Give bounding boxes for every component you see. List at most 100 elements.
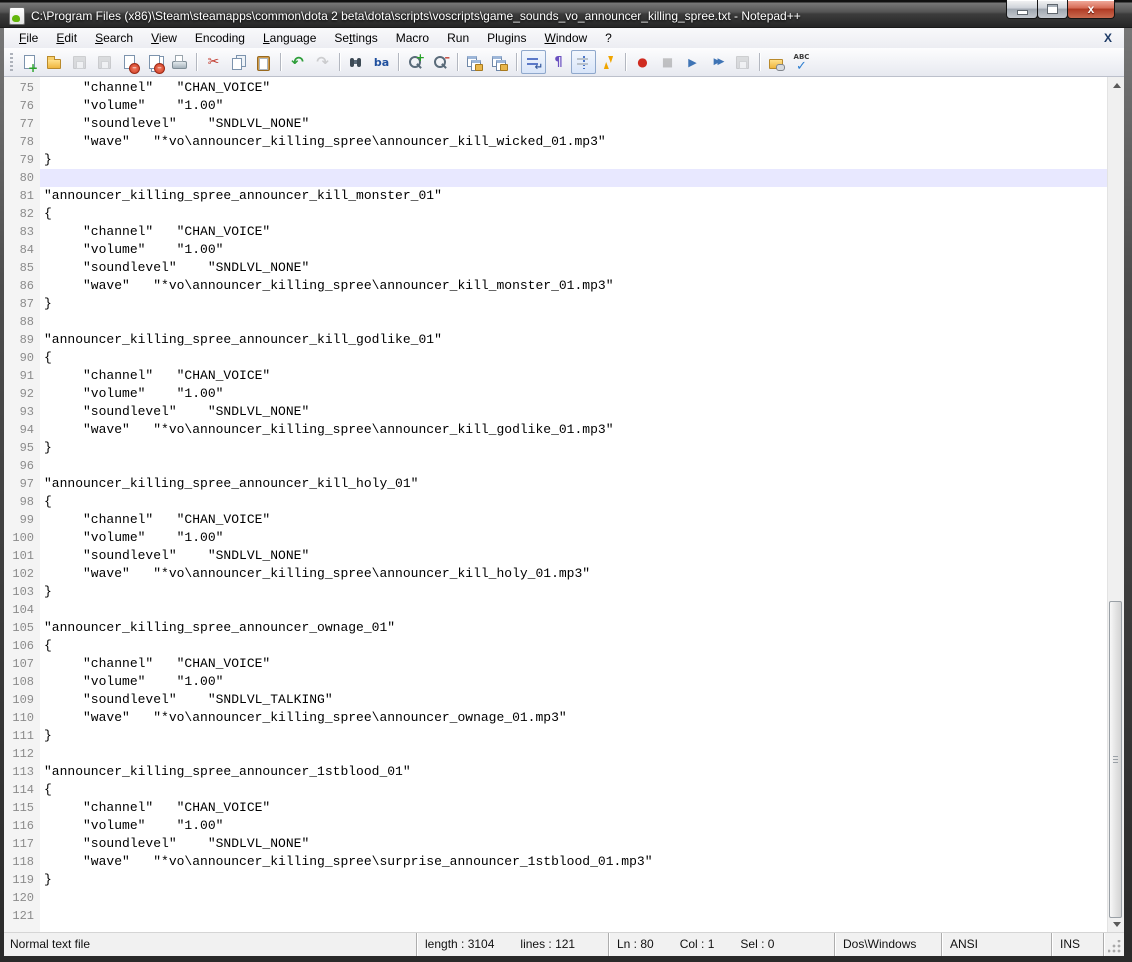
line-text[interactable]: "announcer_killing_spree_announcer_kill_… [40, 475, 1107, 493]
code-line: 94 "wave" "*vo\announcer_killing_spree\a… [4, 421, 1107, 439]
close-file-button[interactable] [117, 50, 142, 74]
line-text[interactable]: { [40, 205, 1107, 223]
maximize-restore-button[interactable] [1037, 0, 1068, 19]
line-text[interactable]: "soundlevel" "SNDLVL_NONE" [40, 115, 1107, 133]
app-window: C:\Program Files (x86)\Steam\steamapps\c… [0, 0, 1132, 962]
line-text[interactable] [40, 313, 1107, 331]
line-text[interactable]: { [40, 349, 1107, 367]
open-file-button[interactable] [42, 50, 67, 74]
line-text[interactable]: "wave" "*vo\announcer_killing_spree\anno… [40, 277, 1107, 295]
line-text[interactable]: "announcer_killing_spree_announcer_ownag… [40, 619, 1107, 637]
menu-item-edit[interactable]: Edit [47, 28, 86, 48]
menu-item-settings[interactable]: Settings [325, 28, 386, 48]
line-text[interactable]: "announcer_killing_spree_announcer_kill_… [40, 187, 1107, 205]
undo-icon [289, 54, 306, 71]
line-text[interactable]: "announcer_killing_spree_announcer_kill_… [40, 331, 1107, 349]
line-text[interactable]: } [40, 151, 1107, 169]
line-text[interactable]: "volume" "1.00" [40, 241, 1107, 259]
replace-button[interactable] [369, 50, 394, 74]
line-text[interactable]: "soundlevel" "SNDLVL_NONE" [40, 547, 1107, 565]
line-text[interactable]: "channel" "CHAN_VOICE" [40, 655, 1107, 673]
line-text[interactable]: "channel" "CHAN_VOICE" [40, 79, 1107, 97]
close-all-button[interactable] [142, 50, 167, 74]
line-text[interactable] [40, 889, 1107, 907]
line-text[interactable] [40, 169, 1107, 187]
line-text[interactable]: "channel" "CHAN_VOICE" [40, 511, 1107, 529]
scroll-up-button[interactable] [1108, 77, 1124, 93]
new-file-button[interactable] [17, 50, 42, 74]
sync-horizontal-scroll-button[interactable] [487, 50, 512, 74]
line-text[interactable]: } [40, 727, 1107, 745]
line-text[interactable] [40, 457, 1107, 475]
find-button[interactable] [344, 50, 369, 74]
menu-item-file[interactable]: File [10, 28, 47, 48]
close-button[interactable]: x [1067, 0, 1115, 19]
line-text[interactable]: "soundlevel" "SNDLVL_NONE" [40, 835, 1107, 853]
line-text[interactable]: } [40, 583, 1107, 601]
user-defined-dialog-button[interactable] [596, 50, 621, 74]
scroll-down-button[interactable] [1108, 916, 1124, 932]
code-line: 106{ [4, 637, 1107, 655]
line-text[interactable] [40, 745, 1107, 763]
line-text[interactable]: { [40, 637, 1107, 655]
line-text[interactable]: "soundlevel" "SNDLVL_TALKING" [40, 691, 1107, 709]
cut-button[interactable] [201, 50, 226, 74]
line-text[interactable]: { [40, 493, 1107, 511]
menu-item-search[interactable]: Search [86, 28, 142, 48]
line-text[interactable]: "volume" "1.00" [40, 817, 1107, 835]
line-text[interactable]: "soundlevel" "SNDLVL_NONE" [40, 259, 1107, 277]
line-text[interactable]: "wave" "*vo\announcer_killing_spree\anno… [40, 709, 1107, 727]
word-wrap-button[interactable] [521, 50, 546, 74]
macro-play-button[interactable] [680, 50, 705, 74]
menu-item-language[interactable]: Language [254, 28, 325, 48]
line-text[interactable]: "channel" "CHAN_VOICE" [40, 367, 1107, 385]
line-text[interactable]: "volume" "1.00" [40, 529, 1107, 547]
macro-record-button[interactable] [630, 50, 655, 74]
zoom-out-button[interactable] [428, 50, 453, 74]
line-text[interactable] [40, 907, 1107, 925]
show-all-characters-button[interactable] [546, 50, 571, 74]
line-text[interactable]: "wave" "*vo\announcer_killing_spree\anno… [40, 133, 1107, 151]
menu-item-encoding[interactable]: Encoding [186, 28, 254, 48]
line-text[interactable]: "volume" "1.00" [40, 385, 1107, 403]
vertical-scrollbar[interactable] [1107, 77, 1124, 932]
menu-item-view[interactable]: View [142, 28, 186, 48]
line-text[interactable]: } [40, 439, 1107, 457]
line-text[interactable]: "soundlevel" "SNDLVL_NONE" [40, 403, 1107, 421]
line-text[interactable]: "wave" "*vo\announcer_killing_spree\anno… [40, 421, 1107, 439]
menu-item-help[interactable]: ? [596, 28, 621, 48]
line-text[interactable] [40, 601, 1107, 619]
line-text[interactable]: "wave" "*vo\announcer_killing_spree\anno… [40, 565, 1107, 583]
line-text[interactable]: "volume" "1.00" [40, 673, 1107, 691]
status-eol-format: Dos\Windows [834, 933, 941, 956]
macro-run-multiple-button[interactable] [705, 50, 730, 74]
resize-grip[interactable] [1108, 940, 1121, 953]
spell-check-button[interactable] [789, 50, 814, 74]
copy-button[interactable] [226, 50, 251, 74]
line-text[interactable]: } [40, 295, 1107, 313]
undo-button[interactable] [285, 50, 310, 74]
menu-item-window[interactable]: Window [535, 28, 596, 48]
code-line: 76 "volume" "1.00" [4, 97, 1107, 115]
line-text[interactable]: { [40, 781, 1107, 799]
line-text[interactable]: "channel" "CHAN_VOICE" [40, 799, 1107, 817]
menu-item-macro[interactable]: Macro [387, 28, 438, 48]
scrollbar-thumb[interactable] [1109, 601, 1122, 918]
print-button[interactable] [167, 50, 192, 74]
menu-item-plugins[interactable]: Plugins [478, 28, 535, 48]
show-indent-guide-button[interactable] [571, 50, 596, 74]
menu-item-run[interactable]: Run [438, 28, 478, 48]
paste-button[interactable] [251, 50, 276, 74]
line-text[interactable]: "volume" "1.00" [40, 97, 1107, 115]
line-text[interactable]: "announcer_killing_spree_announcer_1stbl… [40, 763, 1107, 781]
line-text[interactable]: } [40, 871, 1107, 889]
title-bar[interactable]: C:\Program Files (x86)\Steam\steamapps\c… [0, 0, 1132, 28]
line-text[interactable]: "wave" "*vo\announcer_killing_spree\surp… [40, 853, 1107, 871]
sync-vertical-scroll-button[interactable] [462, 50, 487, 74]
text-editor[interactable]: 75 "channel" "CHAN_VOICE"76 "volume" "1.… [4, 77, 1124, 932]
menu-close-button[interactable]: X [1100, 28, 1116, 48]
doc-switcher-button[interactable] [764, 50, 789, 74]
line-text[interactable]: "channel" "CHAN_VOICE" [40, 223, 1107, 241]
minimize-button[interactable] [1006, 0, 1038, 19]
zoom-in-button[interactable] [403, 50, 428, 74]
